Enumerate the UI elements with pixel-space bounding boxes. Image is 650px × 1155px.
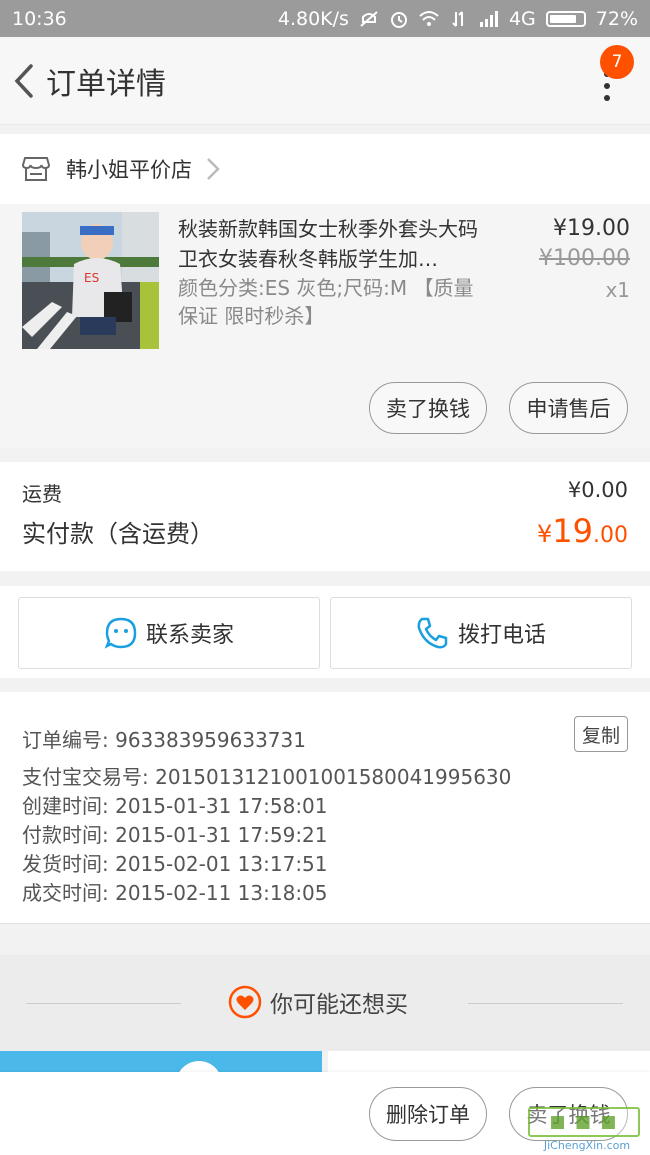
battery-percent: 72% [595,7,638,30]
watermark-mark: ■ ■ ■ [528,1107,640,1137]
after-sale-button[interactable]: 申请售后 [509,382,628,434]
divider-line [468,1003,623,1004]
chevron-right-icon [207,158,220,180]
alarm-icon [390,11,407,28]
product-thumbnail[interactable]: ES [22,212,159,349]
back-button[interactable] [4,37,44,125]
bottom-action-bar: 删除订单 卖了换钱 ■ ■ ■ JiChengXin.com [0,1072,650,1155]
shipping-value: ¥0.00 [567,478,628,502]
notification-badge: 7 [600,45,634,79]
alipay-number: 支付宝交易号: 2015013121001001580041995630 [22,765,512,789]
data-arrows-icon [452,10,463,27]
recommend-section: 你可能还想买 [0,955,650,1051]
page-title: 订单详情 [46,66,166,102]
network-speed: 4.80K/s [277,7,349,30]
product-sku: 颜色分类:ES 灰色;尺码:M 【质量保证 限时秒杀】 [178,276,474,328]
more-dot [604,95,610,101]
watermark-logo: ■ ■ ■ JiChengXin.com [528,1105,646,1153]
shop-icon [22,157,50,181]
completed-time: 成交时间: 2015-02-11 13:18:05 [22,881,328,905]
contact-bar: 联系卖家 拨打电话 [0,586,650,678]
shipped-time: 发货时间: 2015-02-01 13:17:51 [22,852,328,876]
watermark-text: JiChengXin.com [543,1139,631,1152]
chat-bubble-icon [104,617,137,649]
paid-currency: ¥ [537,520,553,548]
recommend-title: 你可能还想买 [228,985,408,1019]
svg-text:ES: ES [84,271,99,285]
product-price: ¥19.00 [553,216,630,241]
paid-label: 实付款（含运费） [22,520,214,548]
paid-amount: ¥19.00 [537,512,628,550]
product-card: ES 秋装新款韩国女士秋季外套头大码卫衣女装春秋冬韩版学生加… 颜色分类:ES … [0,204,650,448]
battery-icon [545,10,586,27]
sell-for-cash-button[interactable]: 卖了换钱 [369,382,487,434]
shipping-label: 运费 [22,482,62,506]
contact-seller-label: 联系卖家 [145,623,234,648]
contact-seller-button[interactable]: 联系卖家 [18,597,320,669]
order-info: 订单编号: 963383959633731 复制 支付宝交易号: 2015013… [0,692,650,924]
mute-icon [360,10,378,27]
call-phone-button[interactable]: 拨打电话 [330,597,632,669]
call-phone-label: 拨打电话 [457,623,546,648]
heart-icon [228,985,262,1019]
recommend-title-text: 你可能还想买 [270,992,408,1018]
delete-order-button[interactable]: 删除订单 [369,1087,487,1141]
order-number: 订单编号: 963383959633731 [22,728,306,752]
product-photo: ES [22,212,159,349]
product-quantity: x1 [605,278,630,302]
paid-decimal: .00 [593,523,628,548]
phone-icon [417,617,448,649]
status-time: 10:36 [12,7,67,30]
nav-header: 订单详情 7 [0,37,650,125]
recommend-item[interactable] [328,1051,650,1072]
wifi-icon [419,10,439,26]
chevron-left-icon [14,63,33,98]
signal-icon [479,10,498,27]
network-type: 4G [508,7,536,30]
paid-time: 付款时间: 2015-01-31 17:59:21 [22,823,328,847]
divider-line [26,1003,181,1004]
recommend-item[interactable] [0,1051,322,1107]
order-totals: 运费 ¥0.00 实付款（含运费） ¥19.00 [0,462,650,571]
shop-row[interactable]: 韩小姐平价店 [0,134,650,204]
copy-button[interactable]: 复制 [574,716,628,752]
paid-integer: 19 [552,512,593,550]
product-original-price: ¥100.00 [539,246,630,271]
shop-name: 韩小姐平价店 [66,158,192,182]
product-title[interactable]: 秋装新款韩国女士秋季外套头大码卫衣女装春秋冬韩版学生加… [178,214,488,274]
status-bar: 10:36 4.80K/s 4G 72% [0,0,650,37]
created-time: 创建时间: 2015-01-31 17:58:01 [22,794,328,818]
more-dot [604,83,610,89]
